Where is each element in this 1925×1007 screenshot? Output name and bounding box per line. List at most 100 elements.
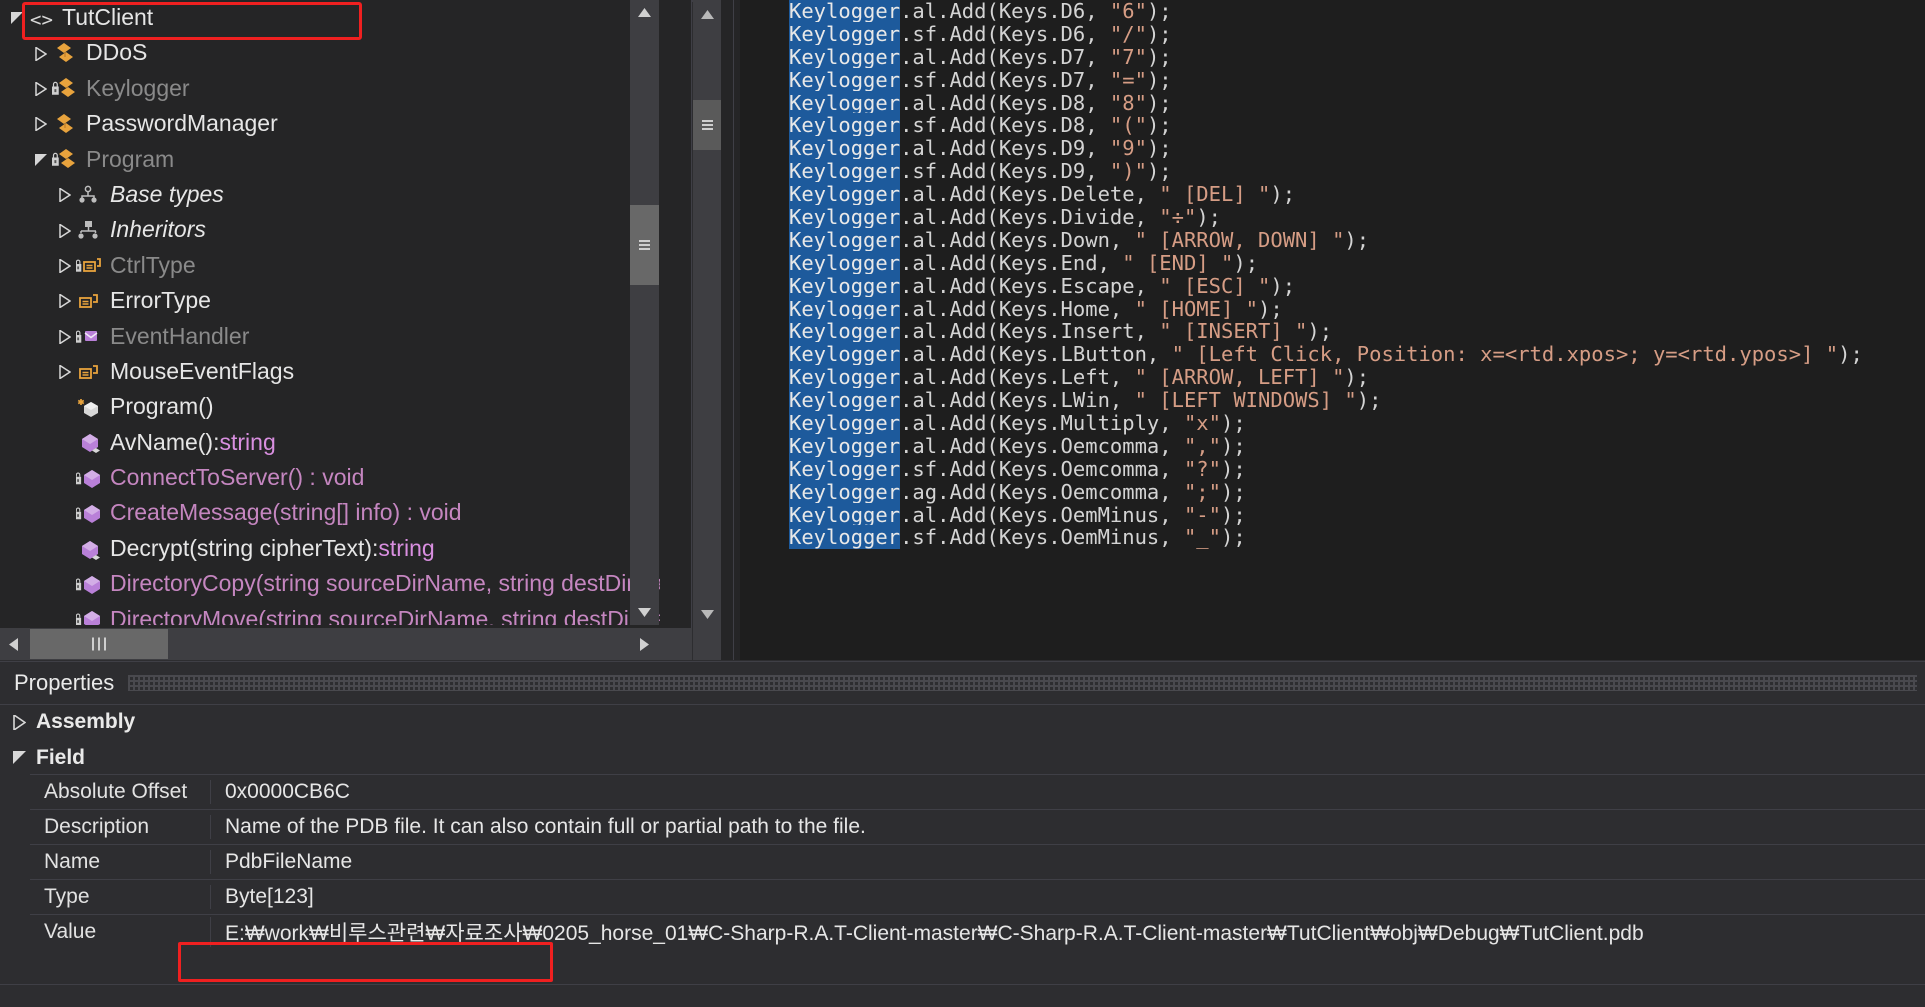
code-line[interactable]: Keylogger.sf.Add(Keys.D8, "("); — [740, 114, 1925, 137]
editor-scroll-up-arrow-icon[interactable] — [693, 0, 721, 30]
code-line[interactable]: Keylogger.al.Add(Keys.Escape, " [ESC] ")… — [740, 275, 1925, 298]
tree-item-label: Program() — [110, 389, 214, 424]
code-selected-token: Keylogger — [789, 342, 900, 366]
tree-item-inheritors[interactable]: Inheritors — [0, 212, 660, 247]
property-row[interactable]: DescriptionName of the PDB file. It can … — [30, 809, 1925, 844]
tree-hscroll-thumb[interactable] — [30, 629, 168, 659]
code-string-literal: " [DEL] " — [1159, 182, 1270, 206]
code-string-literal: "," — [1184, 434, 1221, 458]
code-line-terminator: ); — [1344, 228, 1369, 252]
tree-item-errortype[interactable]: ErrorType — [0, 283, 660, 318]
code-line[interactable]: Keylogger.al.Add(Keys.Down, " [ARROW, DO… — [740, 229, 1925, 252]
expander-collapsed-icon[interactable] — [34, 36, 52, 71]
code-line-terminator: ); — [1221, 434, 1246, 458]
code-line[interactable]: Keylogger.al.Add(Keys.D8, "8"); — [740, 92, 1925, 115]
code-selected-token: Keylogger — [789, 503, 900, 527]
code-line[interactable]: Keylogger.sf.Add(Keys.D7, "="); — [740, 69, 1925, 92]
editor-vertical-scrollbar[interactable] — [693, 0, 721, 660]
tree-item-directorycopy-string-sourcedirname-string-destdirna[interactable]: DirectoryCopy(string sourceDirName, stri… — [0, 566, 660, 601]
expander-collapsed-icon[interactable] — [58, 248, 76, 283]
properties-drag-grip[interactable] — [128, 675, 1917, 691]
tree-item-decrypt-string-ciphertext[interactable]: Decrypt(string cipherText) : string — [0, 531, 660, 566]
tree-item-directorymove-string-sourcedirname-string-destdirna[interactable]: DirectoryMove(string sourceDirName, stri… — [0, 602, 660, 625]
code-string-literal: " [ARROW, LEFT] " — [1135, 365, 1345, 389]
code-line[interactable]: Keylogger.al.Add(Keys.LWin, " [LEFT WIND… — [740, 389, 1925, 412]
code-line[interactable]: Keylogger.sf.Add(Keys.Oemcomma, "?"); — [740, 458, 1925, 481]
expander-expanded-icon[interactable] — [34, 142, 52, 177]
editor-vscroll-thumb[interactable] — [693, 100, 721, 150]
expander-collapsed-icon[interactable] — [58, 319, 76, 354]
expander-collapsed-icon[interactable] — [34, 71, 52, 106]
property-row[interactable]: ValueE:₩work₩비루스관련₩자료조사₩0205_horse_01₩C-… — [30, 914, 1925, 949]
code-selected-token: Keylogger — [789, 205, 900, 229]
tree-item-connecttoserver-void[interactable]: ConnectToServer() : void — [0, 460, 660, 495]
code-line-terminator: ); — [1270, 182, 1295, 206]
code-line[interactable]: Keylogger.al.Add(Keys.Left, " [ARROW, LE… — [740, 366, 1925, 389]
tree-vscroll-thumb[interactable] — [630, 205, 659, 285]
code-line[interactable]: Keylogger.al.Add(Keys.D7, "7"); — [740, 46, 1925, 69]
properties-title: Properties — [0, 670, 128, 696]
tree-item-base-types[interactable]: Base types — [0, 177, 660, 212]
tree-item-mouseeventflags[interactable]: MouseEventFlags — [0, 354, 660, 389]
expander-collapsed-icon[interactable] — [58, 177, 76, 212]
code-line[interactable]: Keylogger.sf.Add(Keys.OemMinus, "_"); — [740, 526, 1925, 549]
tree-item-keylogger[interactable]: Keylogger — [0, 71, 660, 106]
tree-item-createmessage-string-info-void[interactable]: CreateMessage(string[] info) : void — [0, 495, 660, 530]
property-row[interactable]: TypeByte[123] — [30, 879, 1925, 914]
tree-item-program[interactable]: Program() — [0, 389, 660, 424]
tree-item-label: CreateMessage(string[] info) : void — [110, 495, 462, 530]
code-line[interactable]: Keylogger.al.Add(Keys.D9, "9"); — [740, 137, 1925, 160]
expander-collapsed-icon[interactable] — [58, 354, 76, 389]
expander-collapsed-icon[interactable] — [58, 283, 76, 318]
chevron-right-icon — [10, 704, 36, 740]
expander-collapsed-icon[interactable] — [58, 213, 76, 248]
tree-horizontal-scrollbar[interactable] — [0, 628, 692, 660]
code-line[interactable]: Keylogger.al.Add(Keys.Home, " [HOME] "); — [740, 298, 1925, 321]
code-line[interactable]: Keylogger.al.Add(Keys.LButton, " [Left C… — [740, 343, 1925, 366]
scroll-down-arrow-icon[interactable] — [630, 600, 659, 625]
tree-item-ctrltype[interactable]: CtrlType — [0, 248, 660, 283]
code-line[interactable]: Keylogger.al.Add(Keys.D6, "6"); — [740, 0, 1925, 23]
code-line[interactable]: Keylogger.sf.Add(Keys.D9, ")"); — [740, 160, 1925, 183]
top-area: <>TutClientDDoSKeyloggerPasswordManagerP… — [0, 0, 1925, 660]
code-line[interactable]: Keylogger.al.Add(Keys.End, " [END] "); — [740, 252, 1925, 275]
tree-item-ddos[interactable]: DDoS — [0, 35, 660, 70]
property-row[interactable]: Absolute Offset0x0000CB6C — [30, 774, 1925, 809]
code-string-literal: "_" — [1184, 525, 1221, 549]
editor-text-area[interactable]: Keylogger.al.Add(Keys.D6, "6");Keylogger… — [740, 0, 1925, 660]
scroll-up-arrow-icon[interactable] — [630, 0, 659, 25]
tree-item-program[interactable]: Program — [0, 142, 660, 177]
code-line[interactable]: Keylogger.al.Add(Keys.Delete, " [DEL] ")… — [740, 183, 1925, 206]
tree-item-eventhandler[interactable]: EventHandler — [0, 319, 660, 354]
scroll-left-arrow-icon[interactable] — [0, 628, 29, 660]
properties-table: Absolute Offset0x0000CB6CDescriptionName… — [30, 774, 1925, 949]
tree-item-passwordmanager[interactable]: PasswordManager — [0, 106, 660, 141]
code-expression: .al.Add(Keys.End, — [900, 251, 1122, 275]
expander-expanded-icon[interactable] — [10, 0, 28, 35]
tree-item-tutclient[interactable]: <>TutClient — [0, 0, 660, 35]
code-line[interactable]: Keylogger.al.Add(Keys.Oemcomma, ","); — [740, 435, 1925, 458]
code-expression: .sf.Add(Keys.D7, — [900, 68, 1110, 92]
code-line[interactable]: Keylogger.al.Add(Keys.Insert, " [INSERT]… — [740, 320, 1925, 343]
assembly-tree-panel: <>TutClientDDoSKeyloggerPasswordManagerP… — [0, 0, 692, 660]
property-row[interactable]: NamePdbFileName — [30, 844, 1925, 879]
code-line[interactable]: Keylogger.sf.Add(Keys.D6, "/"); — [740, 23, 1925, 46]
tree-vertical-scrollbar[interactable] — [630, 0, 659, 625]
assembly-tree[interactable]: <>TutClientDDoSKeyloggerPasswordManagerP… — [0, 0, 660, 625]
code-string-literal: "?" — [1184, 457, 1221, 481]
code-line[interactable]: Keylogger.al.Add(Keys.Multiply, "x"); — [740, 412, 1925, 435]
code-line[interactable]: Keylogger.ag.Add(Keys.Oemcomma, ";"); — [740, 481, 1925, 504]
code-expression: .al.Add(Keys.LWin, — [900, 388, 1135, 412]
code-line[interactable]: Keylogger.al.Add(Keys.OemMinus, "-"); — [740, 504, 1925, 527]
editor-gutter — [721, 0, 734, 660]
code-line[interactable]: Keylogger.al.Add(Keys.Divide, "÷"); — [740, 206, 1925, 229]
tree-item-avname[interactable]: AvName() : string — [0, 425, 660, 460]
editor-scroll-down-arrow-icon[interactable] — [693, 600, 721, 630]
code-line-terminator: ); — [1258, 297, 1283, 321]
code-editor-panel: Keylogger.al.Add(Keys.D6, "6");Keylogger… — [693, 0, 1925, 660]
expander-collapsed-icon[interactable] — [34, 106, 52, 141]
scroll-right-arrow-icon[interactable] — [630, 628, 659, 660]
namespace-private-icon — [52, 146, 80, 172]
properties-group-field[interactable]: Field — [0, 740, 1925, 776]
properties-group-assembly[interactable]: Assembly — [0, 704, 1925, 740]
